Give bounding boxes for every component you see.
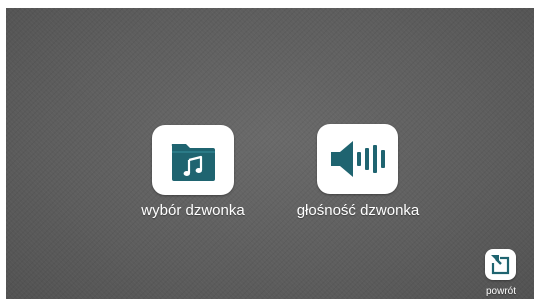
ringtone-volume-label[interactable]: głośność dzwonka <box>283 202 433 219</box>
back-label[interactable]: powrót <box>480 286 522 297</box>
ringtone-select-label[interactable]: wybór dzwonka <box>128 202 258 219</box>
music-folder-icon <box>171 144 215 181</box>
speaker-volume-icon <box>331 141 385 177</box>
ringtone-select-button[interactable] <box>152 125 234 195</box>
menu-screen: wybór dzwonka głośność dzwonka powrót <box>6 8 534 299</box>
ringtone-volume-button[interactable] <box>317 124 398 194</box>
return-arrow-icon <box>490 254 510 275</box>
back-button[interactable] <box>485 249 516 280</box>
